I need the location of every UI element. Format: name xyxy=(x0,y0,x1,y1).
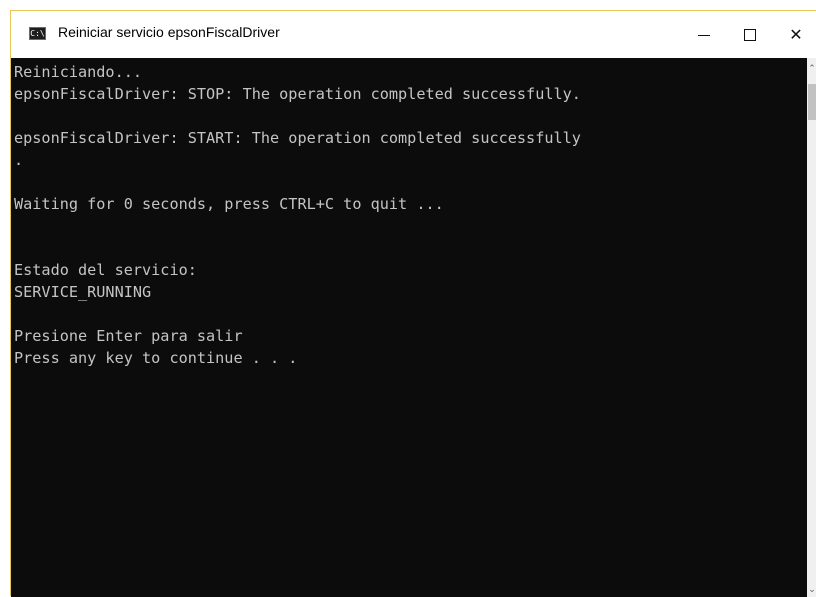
console-line: epsonFiscalDriver: STOP: The operation c… xyxy=(14,85,581,103)
maximize-button[interactable] xyxy=(727,11,773,58)
console-line: Press any key to continue . . . xyxy=(14,349,298,367)
console-line: epsonFiscalDriver: START: The operation … xyxy=(14,129,581,147)
window-title: Reiniciar servicio epsonFiscalDriver xyxy=(58,24,280,40)
minimize-button[interactable] xyxy=(681,11,727,58)
title-bar[interactable]: C:\ Reiniciar servicio epsonFiscalDriver… xyxy=(11,11,816,58)
console-line: Presione Enter para salir xyxy=(14,327,243,345)
vertical-scrollbar[interactable]: ⌃ ⌄ xyxy=(807,58,816,597)
console-output[interactable]: Reiniciando... epsonFiscalDriver: STOP: … xyxy=(11,58,816,597)
console-line: Waiting for 0 seconds, press CTRL+C to q… xyxy=(14,195,444,213)
console-line: . xyxy=(14,151,24,169)
scroll-up-icon[interactable]: ⌃ xyxy=(807,64,816,74)
maximize-icon xyxy=(744,28,756,41)
scroll-down-icon[interactable]: ⌄ xyxy=(807,585,816,595)
console-icon[interactable]: C:\ xyxy=(29,27,46,40)
console-line: Estado del servicio: xyxy=(14,261,197,279)
close-icon: ✕ xyxy=(789,25,803,44)
console-window: C:\ Reiniciar servicio epsonFiscalDriver… xyxy=(10,10,816,597)
scroll-thumb[interactable] xyxy=(808,84,816,120)
console-line: SERVICE_RUNNING xyxy=(14,283,152,301)
console-line: Reiniciando... xyxy=(14,63,143,81)
close-button[interactable]: ✕ xyxy=(773,11,816,58)
console-text: Reiniciando... epsonFiscalDriver: STOP: … xyxy=(14,61,804,369)
minimize-icon xyxy=(698,35,710,36)
